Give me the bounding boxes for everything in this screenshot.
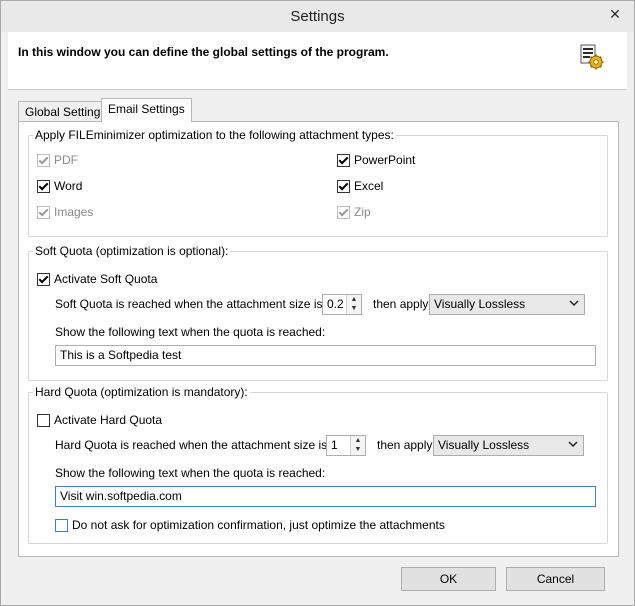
activate-hard-quota-checkbox[interactable]	[37, 413, 50, 427]
tab-global-settings[interactable]: Global Settings	[18, 101, 114, 122]
zip-checkbox[interactable]	[337, 205, 350, 219]
excel-checkbox[interactable]	[337, 179, 350, 193]
hard-quota-text-input[interactable]: Visit win.softpedia.com	[55, 486, 596, 507]
stepper-arrows: ▲ ▼	[350, 436, 365, 455]
stepper-arrows: ▲ ▼	[346, 295, 361, 314]
pdf-checkbox-row[interactable]: PDF	[37, 152, 78, 168]
header-text: In this window you can define the global…	[18, 45, 389, 59]
powerpoint-checkbox[interactable]	[337, 153, 350, 167]
soft-quota-size-label: Soft Quota is reached when the attachmen…	[55, 297, 348, 311]
chevron-down-icon	[569, 300, 579, 307]
settings-gear-icon	[580, 44, 604, 70]
hard-quota-size-stepper[interactable]: 1 ▲ ▼	[326, 435, 366, 456]
ok-button[interactable]: OK	[401, 567, 496, 591]
soft-quota-size-value: 0.2	[327, 297, 344, 311]
hard-quota-text-label: Show the following text when the quota i…	[55, 466, 326, 480]
activate-soft-quota-label: Activate Soft Quota	[54, 272, 158, 286]
hard-quota-text-value: Visit win.softpedia.com	[60, 489, 182, 503]
window-title: Settings	[290, 8, 345, 25]
hard-apply-value: Visually Lossless	[438, 438, 530, 452]
soft-quota-size-stepper[interactable]: 0.2 ▲ ▼	[322, 294, 362, 315]
no-confirm-row[interactable]: Do not ask for optimization confirmation…	[55, 517, 445, 533]
activate-hard-quota-row[interactable]: Activate Hard Quota	[37, 412, 162, 428]
zip-checkbox-row[interactable]: Zip	[337, 204, 371, 220]
zip-label: Zip	[354, 205, 371, 219]
cancel-button[interactable]: Cancel	[506, 567, 605, 591]
activate-soft-quota-row[interactable]: Activate Soft Quota	[37, 271, 157, 287]
spin-down-icon[interactable]: ▼	[351, 445, 365, 454]
hard-quota-size-value: 1	[331, 438, 338, 452]
soft-quota-text-value: This is a Softpedia test	[60, 348, 182, 362]
powerpoint-label: PowerPoint	[354, 153, 416, 167]
activate-soft-quota-checkbox[interactable]	[37, 272, 50, 286]
word-label: Word	[54, 179, 83, 193]
spin-up-icon[interactable]: ▲	[347, 295, 361, 304]
no-confirm-checkbox[interactable]	[55, 518, 68, 532]
email-settings-panel: Apply FILEminimizer optimization to the …	[18, 121, 619, 557]
soft-quota-text-label: Show the following text when the quota i…	[55, 325, 326, 339]
tab-email-settings[interactable]: Email Settings	[101, 98, 192, 122]
excel-label: Excel	[354, 179, 384, 193]
attachment-types-legend: Apply FILEminimizer optimization to the …	[33, 128, 396, 142]
hard-then-apply-label: then apply:	[377, 438, 436, 452]
soft-then-apply-label: then apply:	[373, 297, 432, 311]
excel-checkbox-row[interactable]: Excel	[337, 178, 383, 194]
soft-apply-select[interactable]: Visually Lossless	[429, 294, 585, 315]
spin-down-icon[interactable]: ▼	[347, 304, 361, 313]
soft-quota-group: Soft Quota (optimization is optional): A…	[28, 244, 608, 381]
no-confirm-label: Do not ask for optimization confirmation…	[72, 518, 445, 532]
word-checkbox[interactable]	[37, 179, 50, 193]
hard-quota-group: Hard Quota (optimization is mandatory): …	[28, 385, 608, 544]
soft-apply-value: Visually Lossless	[434, 297, 526, 311]
soft-quota-text-input[interactable]: This is a Softpedia test	[55, 345, 596, 366]
activate-hard-quota-label: Activate Hard Quota	[54, 413, 163, 427]
header-panel: In this window you can define the global…	[8, 32, 627, 90]
spin-up-icon[interactable]: ▲	[351, 436, 365, 445]
settings-window: Settings ✕ In this window you can define…	[0, 0, 635, 606]
word-checkbox-row[interactable]: Word	[37, 178, 82, 194]
close-icon: ✕	[609, 6, 621, 22]
images-checkbox[interactable]	[37, 205, 50, 219]
close-button[interactable]: ✕	[604, 5, 626, 23]
hard-apply-select[interactable]: Visually Lossless	[433, 435, 584, 456]
images-label: Images	[54, 205, 94, 219]
soft-quota-legend: Soft Quota (optimization is optional):	[33, 244, 231, 258]
hard-quota-legend: Hard Quota (optimization is mandatory):	[33, 385, 250, 399]
pdf-label: PDF	[54, 153, 78, 167]
attachment-types-group: Apply FILEminimizer optimization to the …	[28, 128, 608, 237]
chevron-down-icon	[568, 441, 578, 448]
images-checkbox-row[interactable]: Images	[37, 204, 93, 220]
powerpoint-checkbox-row[interactable]: PowerPoint	[337, 152, 415, 168]
hard-quota-size-label: Hard Quota is reached when the attachmen…	[55, 438, 352, 452]
title-bar: Settings ✕	[1, 1, 634, 32]
pdf-checkbox[interactable]	[37, 153, 50, 167]
